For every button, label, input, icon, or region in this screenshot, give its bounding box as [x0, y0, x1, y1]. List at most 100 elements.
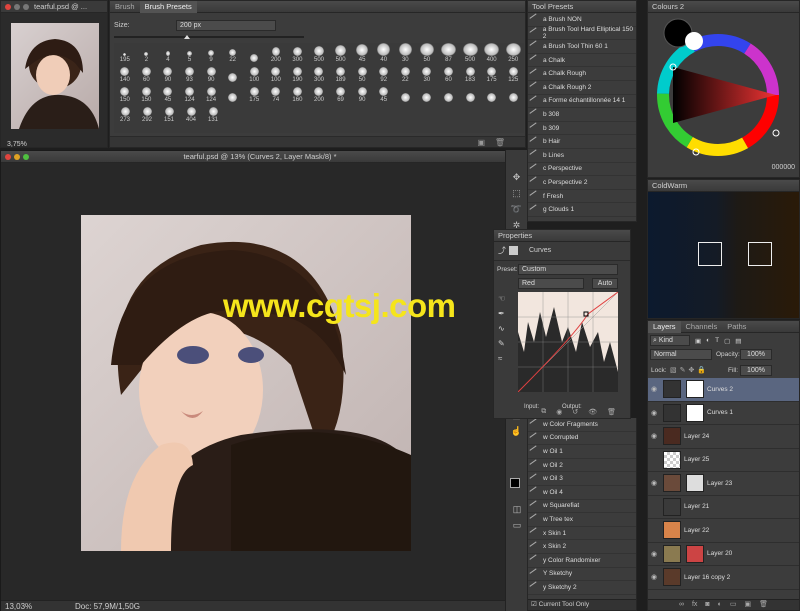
new-layer-icon[interactable]: ▣ [745, 600, 752, 610]
clip-icon[interactable]: ⧉ [541, 408, 546, 418]
marquee-tool-icon[interactable]: ⬚ [510, 186, 524, 200]
brush-preset[interactable]: 300 [287, 43, 309, 63]
brush-preset[interactable]: 93 [179, 63, 201, 83]
tool-preset-item[interactable]: g Clouds 1 [528, 203, 636, 217]
brush-preset[interactable]: 74 [265, 83, 287, 103]
tab-brush[interactable]: Brush [110, 1, 140, 13]
brush-preset[interactable]: 2 [136, 43, 158, 63]
brush-preset[interactable]: 69 [330, 83, 352, 103]
layer-row[interactable]: ◉ Curves 1 [648, 402, 799, 425]
navigator-zoom[interactable]: 3,75% [7, 141, 27, 148]
brush-preset[interactable]: 124 [179, 83, 201, 103]
brush-preset[interactable]: 90 [157, 63, 179, 83]
visibility-eye-icon[interactable]: ◉ [648, 409, 660, 417]
brush-preset[interactable]: 195 [114, 43, 136, 63]
brush-preset[interactable]: 160 [287, 83, 309, 103]
trash-icon[interactable]: 🗑 [495, 138, 505, 147]
brush-preset[interactable]: 140 [114, 63, 136, 83]
brush-preset[interactable]: 9 [200, 43, 222, 63]
brush-preset[interactable] [438, 83, 460, 103]
tool-preset-item[interactable]: w Oil 3 [528, 472, 636, 486]
kind-filter[interactable]: ⌕ Kind [650, 335, 690, 346]
curves-graph[interactable] [518, 292, 618, 392]
brush-preset[interactable]: 273 [114, 103, 136, 123]
brush-preset[interactable] [395, 83, 417, 103]
tool-preset-item[interactable]: a Chalk Rough [528, 67, 636, 81]
tool-preset-item[interactable]: b Hair [528, 135, 636, 149]
brush-preset[interactable]: 100 [265, 63, 287, 83]
filter-shape-icon[interactable]: ▢ [724, 337, 730, 345]
mask-icon[interactable] [509, 246, 518, 255]
tool-preset-item[interactable]: a Brush Tool Hard Elliptical 150 2 [528, 26, 636, 41]
doc-zoom-icon[interactable] [23, 154, 29, 160]
brush-preset[interactable]: 87 [438, 43, 460, 63]
blend-mode-select[interactable]: Normal [650, 349, 712, 360]
brush-preset[interactable]: 92 [373, 63, 395, 83]
size-slider-handle[interactable] [184, 35, 190, 39]
lasso-tool-icon[interactable]: ➰ [510, 202, 524, 216]
smudge-tool-icon[interactable]: ☝ [510, 424, 524, 438]
tab-paths[interactable]: Paths [722, 321, 751, 333]
size-slider[interactable] [114, 36, 304, 38]
brush-preset[interactable]: 292 [136, 103, 158, 123]
tool-preset-item[interactable]: w Corrupted [528, 432, 636, 446]
brush-preset[interactable]: 200 [265, 43, 287, 63]
zoom-window-icon[interactable] [23, 3, 29, 10]
tab-channels[interactable]: Channels [681, 321, 723, 333]
tool-preset-item[interactable]: b 308 [528, 108, 636, 122]
layer-mask-thumbnail[interactable] [686, 544, 704, 563]
layer-row[interactable]: Layer 21 [648, 496, 799, 519]
brush-preset[interactable]: 189 [330, 63, 352, 83]
tool-preset-item[interactable]: w Oil 1 [528, 445, 636, 459]
quick-mask-icon[interactable]: ◫ [510, 502, 524, 516]
brush-preset[interactable]: 50 [351, 63, 373, 83]
doc-minimize-icon[interactable] [14, 154, 20, 160]
tool-preset-item[interactable]: x Skin 1 [528, 527, 636, 541]
brush-preset[interactable]: 90 [351, 83, 373, 103]
minimize-window-icon[interactable] [14, 3, 20, 10]
tool-preset-item[interactable]: c Perspective [528, 163, 636, 177]
brush-preset[interactable]: 183 [459, 63, 481, 83]
brush-preset[interactable]: 60 [438, 63, 460, 83]
add-mask-icon[interactable]: ◙ [705, 600, 709, 610]
layer-row[interactable]: ◉ Layer 24 [648, 425, 799, 449]
visibility-eye-icon[interactable]: ◉ [648, 432, 660, 440]
brush-preset[interactable]: 30 [416, 63, 438, 83]
layer-row[interactable]: Layer 22 [648, 519, 799, 543]
tool-preset-item[interactable]: a Chalk Rough 2 [528, 81, 636, 95]
filter-smart-icon[interactable]: ▤ [735, 337, 741, 345]
brush-preset[interactable]: 200 [308, 83, 330, 103]
tool-preset-item[interactable]: y Sketchy 2 [528, 581, 636, 595]
brush-preset[interactable]: 22 [222, 43, 244, 63]
tool-preset-item[interactable]: a Brush Tool Thin 60 1 [528, 40, 636, 54]
channel-select[interactable]: Red [518, 278, 584, 289]
brush-preset[interactable]: 90 [200, 63, 222, 83]
delete-layer-icon[interactable]: 🗑 [759, 600, 768, 610]
group-icon[interactable]: ▭ [730, 600, 737, 610]
curve-point-icon[interactable]: ∿ [498, 324, 512, 333]
layer-mask-thumbnail[interactable] [686, 403, 704, 422]
brush-preset[interactable]: 175 [243, 83, 265, 103]
eyedropper-black-icon[interactable]: ✒ [498, 309, 512, 318]
tool-preset-item[interactable]: f Fresh [528, 190, 636, 204]
brush-preset[interactable]: 151 [158, 103, 180, 123]
swatch-selected-right[interactable] [748, 242, 772, 266]
tool-preset-item[interactable]: w Oil 4 [528, 486, 636, 500]
canvas-artwork[interactable] [81, 215, 411, 551]
adjustment-layer-icon[interactable]: ◐ [718, 600, 722, 610]
brush-preset[interactable]: 500 [459, 43, 481, 63]
layer-row[interactable]: ◉ Layer 23 [648, 472, 799, 496]
visibility-eye-icon[interactable]: ◉ [648, 573, 660, 581]
brush-preset[interactable]: 4 [157, 43, 179, 63]
layer-row[interactable]: Layer 25 [648, 449, 799, 472]
tab-brush-presets[interactable]: Brush Presets [139, 0, 197, 13]
smooth-icon[interactable]: ≈ [498, 354, 512, 363]
brush-preset[interactable]: 250 [502, 43, 524, 63]
brush-preset[interactable]: 30 [395, 43, 417, 63]
lock-icons[interactable]: ▧✎✥🔒 [670, 366, 709, 374]
brush-preset[interactable]: 50 [416, 43, 438, 63]
layer-row[interactable]: ◉ Layer 20 [648, 543, 799, 566]
tool-preset-item[interactable]: w Color Fragments [528, 418, 636, 432]
size-input[interactable]: 200 px [176, 20, 276, 31]
brush-preset[interactable]: 45 [373, 83, 395, 103]
